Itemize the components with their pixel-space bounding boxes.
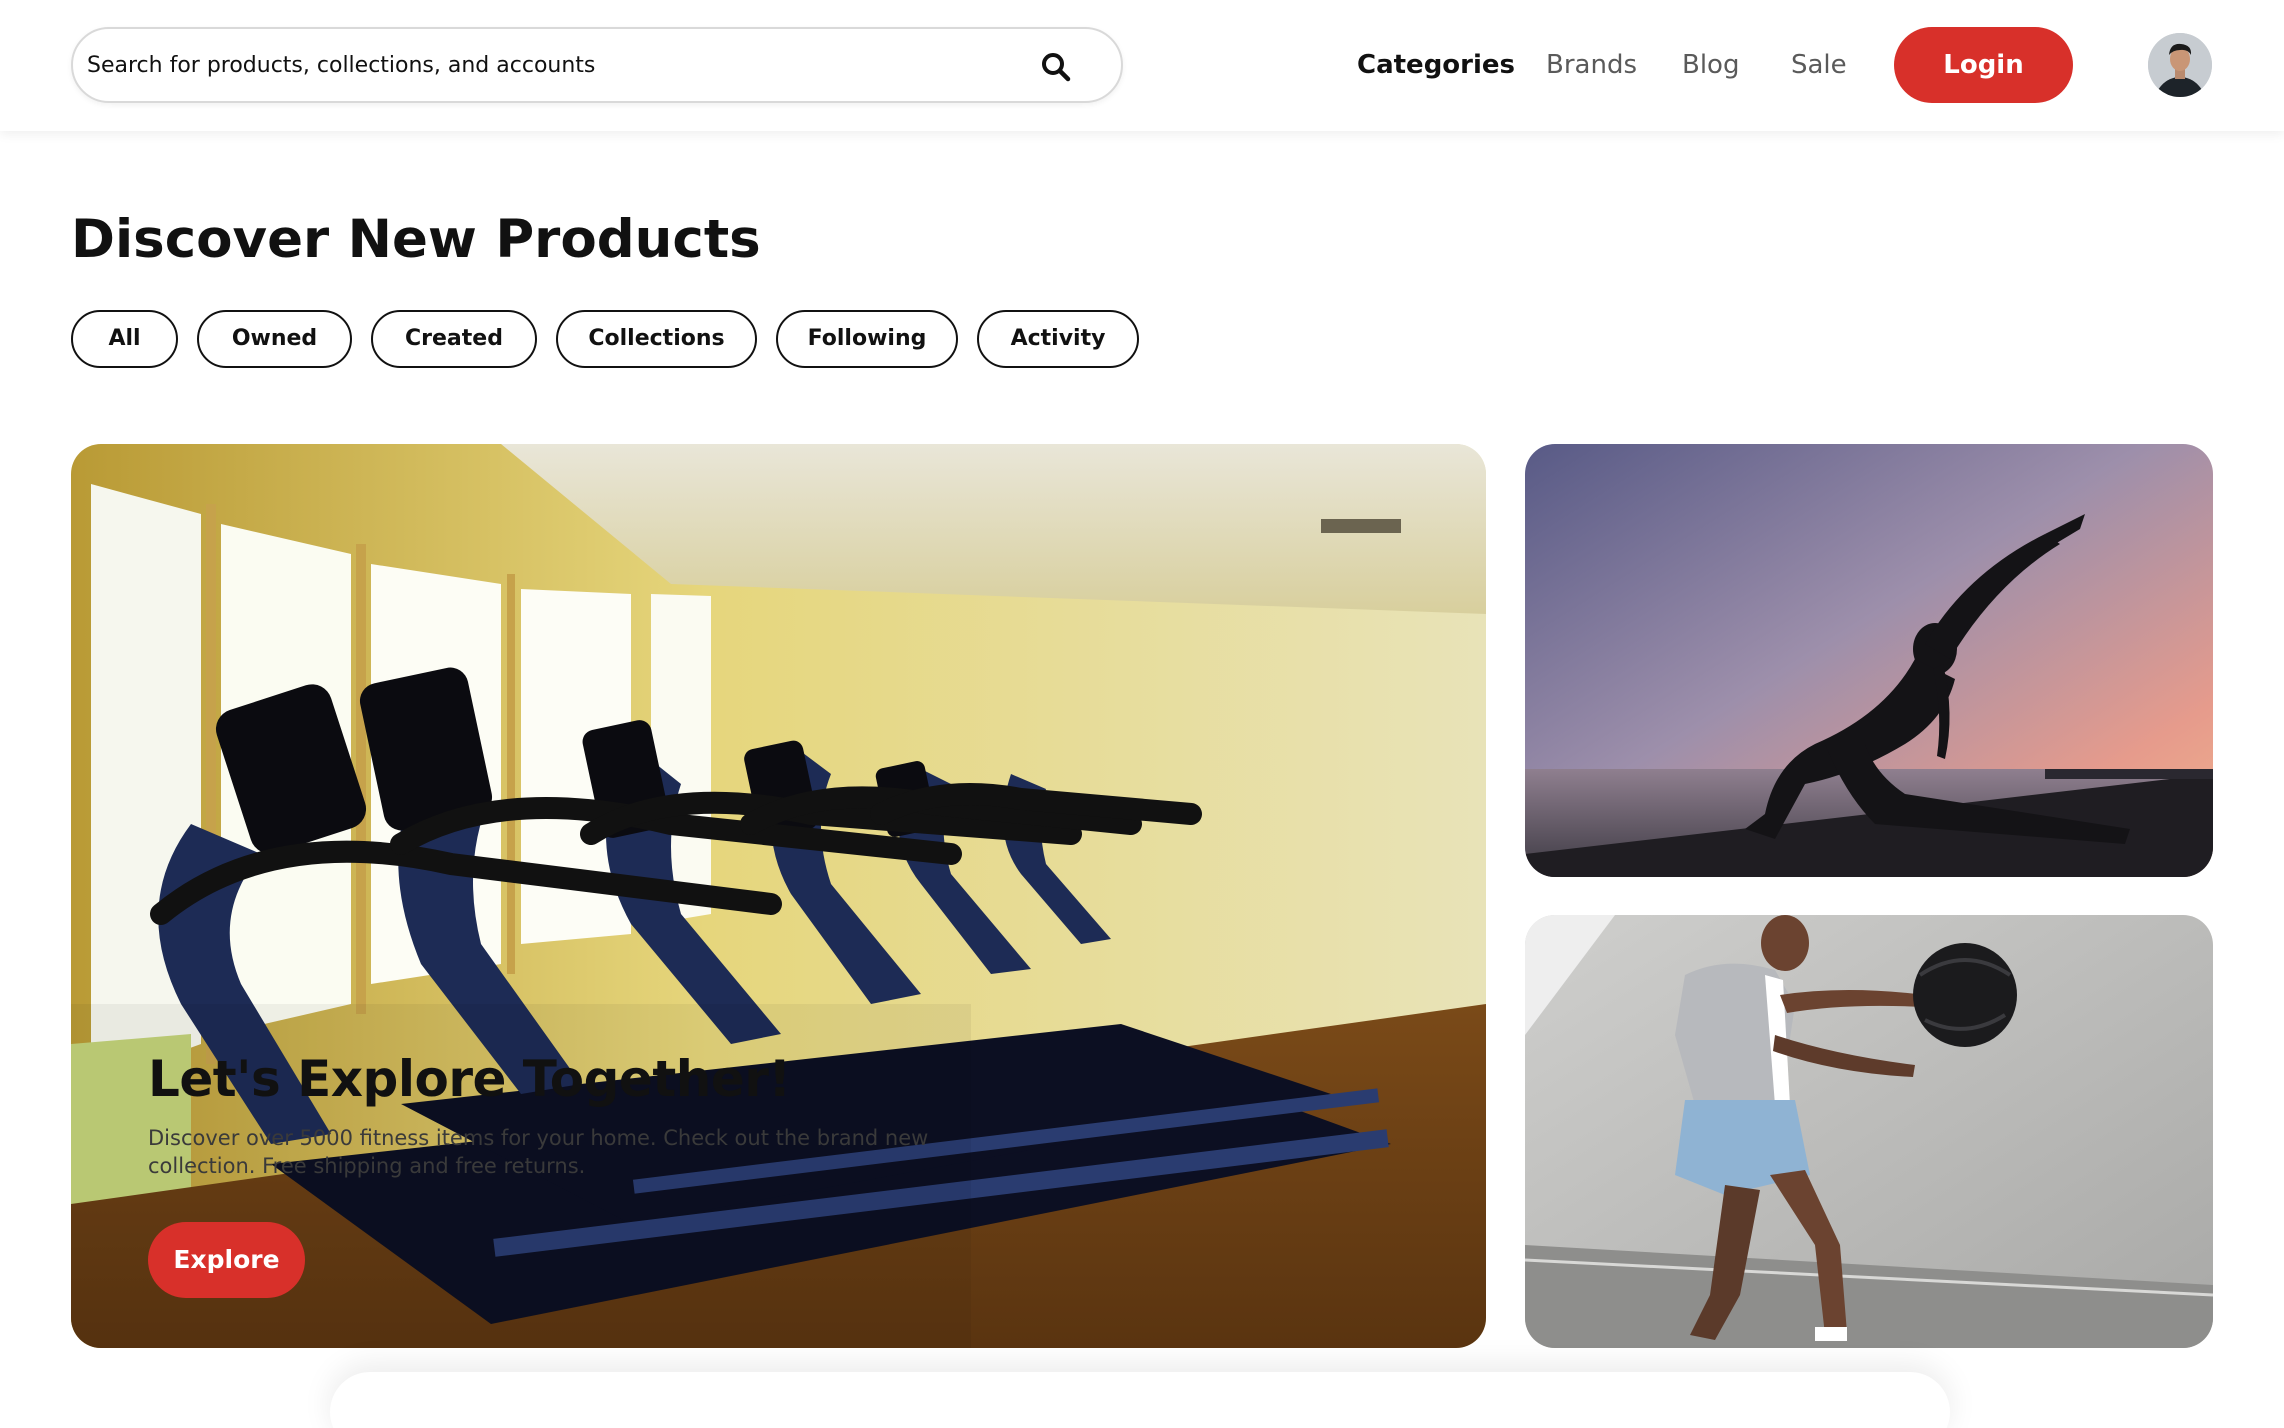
- hero-title: Let's Explore Together!: [148, 1050, 791, 1108]
- login-button[interactable]: Login: [1894, 27, 2073, 103]
- nav-categories[interactable]: Categories: [1357, 42, 1515, 88]
- filter-created[interactable]: Created: [371, 310, 537, 368]
- nav-brands[interactable]: Brands: [1546, 42, 1637, 88]
- page-title: Discover New Products: [71, 209, 761, 270]
- yoga-sunset-image: [1525, 444, 2213, 877]
- search-bar[interactable]: [71, 27, 1123, 103]
- search-input[interactable]: [87, 29, 1017, 101]
- avatar-image: [2148, 33, 2212, 97]
- explore-button[interactable]: Explore: [148, 1222, 305, 1298]
- hero-description: Discover over 5000 fitness items for you…: [148, 1126, 929, 1178]
- filter-collections[interactable]: Collections: [556, 310, 757, 368]
- treadmills-gym-image: [71, 444, 1486, 1348]
- yoga-product-card[interactable]: [1525, 444, 2213, 877]
- filter-all[interactable]: All: [71, 310, 178, 368]
- filter-owned[interactable]: Owned: [197, 310, 352, 368]
- nav-sale[interactable]: Sale: [1791, 42, 1847, 88]
- top-header: Categories Brands Blog Sale Login: [0, 0, 2284, 131]
- filter-following[interactable]: Following: [776, 310, 958, 368]
- medicine-ball-workout-image: [1525, 915, 2213, 1348]
- hero-card[interactable]: Let's Explore Together! Discover over 50…: [71, 444, 1486, 1348]
- filter-activity[interactable]: Activity: [977, 310, 1139, 368]
- medicine-ball-product-card[interactable]: [1525, 915, 2213, 1348]
- search-icon[interactable]: [1040, 51, 1072, 83]
- user-avatar-icon[interactable]: [2148, 33, 2212, 97]
- nav-blog[interactable]: Blog: [1682, 42, 1739, 88]
- next-section-card: [330, 1372, 1950, 1428]
